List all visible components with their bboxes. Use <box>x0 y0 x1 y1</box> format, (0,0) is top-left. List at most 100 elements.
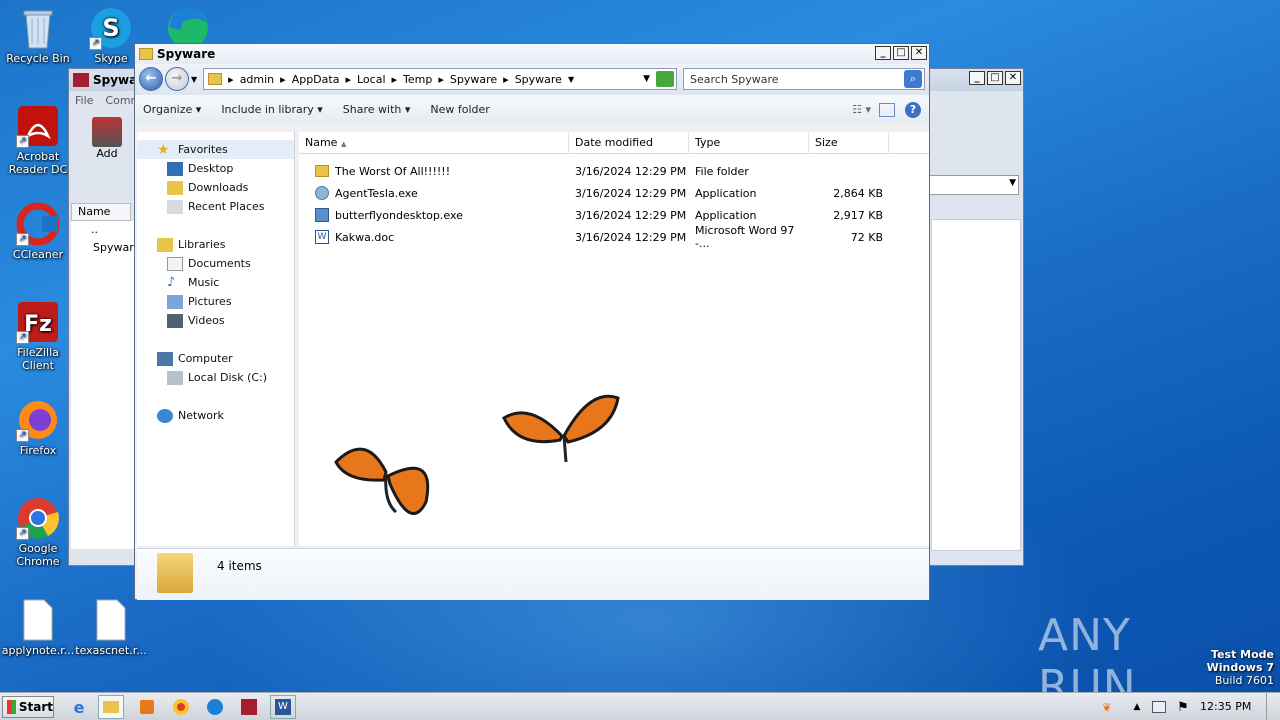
view-options-icon[interactable]: ☷ ▾ <box>852 103 871 116</box>
acrobat-icon: ↗ <box>16 104 60 148</box>
word-document-icon: W <box>315 230 329 244</box>
close-button[interactable]: ✕ <box>911 46 927 60</box>
taskbar-chrome-icon[interactable] <box>168 695 194 719</box>
tray-network-icon[interactable] <box>1146 695 1172 719</box>
tray-butterfly-icon[interactable]: ❦ <box>1094 695 1120 719</box>
details-pane: 4 items <box>137 548 929 600</box>
desktop-icon-applynote[interactable]: applynote.r... <box>0 598 76 657</box>
show-desktop-button[interactable] <box>1266 693 1280 720</box>
file-date: 3/16/2024 12:29 PM <box>575 186 687 200</box>
search-input[interactable]: Search Spyware ⌕ <box>683 68 925 90</box>
nav-favorites[interactable]: ★ Favorites <box>137 140 294 159</box>
organize-button[interactable]: Organize ▾ <box>143 103 201 116</box>
file-row[interactable]: W Kakwa.doc 3/16/2024 12:29 PM Microsoft … <box>299 224 929 250</box>
recent-pages-chevron-icon[interactable]: ▼ <box>191 75 197 84</box>
file-size: 72 KB <box>850 230 883 244</box>
maximize-button[interactable]: □ <box>987 71 1003 85</box>
network-icon <box>157 408 173 423</box>
list-item[interactable]: Spyware <box>71 239 140 257</box>
nav-recent-places[interactable]: Recent Places <box>137 197 294 216</box>
share-with-button[interactable]: Share with ▾ <box>343 103 411 116</box>
breadcrumb-appdata[interactable]: AppData <box>292 73 340 86</box>
column-name[interactable]: Name ▲ <box>299 131 569 154</box>
column-type[interactable]: Type <box>689 131 809 154</box>
desktop-icon-filezilla[interactable]: Fz ↗ FileZilla Client <box>0 300 76 372</box>
nav-computer[interactable]: Computer <box>137 349 294 368</box>
window-title: Spyware <box>157 47 216 61</box>
desktop-icon-recycle-bin[interactable]: Recycle Bin <box>0 6 76 65</box>
add-label: Add <box>96 147 118 160</box>
item-count: 4 items <box>217 559 262 573</box>
column-date-modified[interactable]: Date modified <box>569 131 689 154</box>
list-item[interactable]: .. <box>71 221 135 239</box>
taskbar-winrar-icon[interactable] <box>236 695 262 719</box>
shortcut-arrow-icon: ↗ <box>16 135 29 148</box>
breadcrumb-admin[interactable]: admin <box>240 73 274 86</box>
taskbar-media-player-icon[interactable] <box>134 695 160 719</box>
breadcrumb-local[interactable]: Local <box>357 73 386 86</box>
minimize-button[interactable]: _ <box>875 46 891 60</box>
taskbar-ie-icon[interactable]: e <box>66 695 92 719</box>
desktop-icon-firefox[interactable]: ↗ Firefox <box>0 398 76 457</box>
desktop-icon-chrome[interactable]: ↗ Google Chrome <box>0 496 76 568</box>
breadcrumb-spyware-current[interactable]: Spyware <box>515 73 562 86</box>
libraries-icon <box>157 237 173 252</box>
help-icon[interactable]: ? <box>905 101 921 118</box>
winrar-icon <box>73 73 89 87</box>
nav-downloads[interactable]: Downloads <box>137 178 294 197</box>
nav-network[interactable]: Network <box>137 406 294 425</box>
desktop-icon-acrobat[interactable]: ↗ Acrobat Reader DC <box>0 104 76 176</box>
start-button[interactable]: Start <box>2 696 54 718</box>
bg-dropdown[interactable]: ▼ <box>929 175 1019 195</box>
minimize-button[interactable]: _ <box>969 71 985 85</box>
bg-file-list[interactable]: .. Spyware <box>71 221 140 549</box>
bg-col-name[interactable]: Name <box>71 203 131 221</box>
nav-desktop[interactable]: Desktop <box>137 159 294 178</box>
desktop-icon-ccleaner[interactable]: ↗ CCleaner <box>0 202 76 261</box>
file-size: 2,864 KB <box>833 186 883 200</box>
taskbar-explorer-icon[interactable] <box>98 695 124 719</box>
file-type: Application <box>695 208 757 222</box>
refresh-icon[interactable] <box>656 71 674 87</box>
add-button[interactable]: Add <box>89 117 125 160</box>
taskbar-edge-icon[interactable] <box>202 695 228 719</box>
nav-documents[interactable]: Documents <box>137 254 294 273</box>
address-bar[interactable]: ▸ admin ▸ AppData ▸ Local ▸ Temp ▸ Spyware ▸ … <box>203 68 677 90</box>
close-button[interactable]: ✕ <box>1005 71 1021 85</box>
address-dropdown-chevron-icon[interactable]: ▼ <box>643 74 650 84</box>
desktop-icon-label: Acrobat Reader DC <box>8 150 68 176</box>
file-row[interactable]: AgentTesla.exe 3/16/2024 12:29 PM Applic… <box>299 182 929 204</box>
nav-libraries[interactable]: Libraries <box>137 235 294 254</box>
new-folder-button[interactable]: New folder <box>430 103 489 116</box>
menu-file[interactable]: File <box>75 94 93 107</box>
nav-videos[interactable]: Videos <box>137 311 294 330</box>
search-icon[interactable]: ⌕ <box>904 70 922 88</box>
breadcrumb-temp[interactable]: Temp <box>403 73 432 86</box>
skype-icon: S ↗ <box>89 6 133 50</box>
taskbar-word-icon[interactable]: W <box>270 695 296 719</box>
tray-flag-icon[interactable]: ⚑ <box>1170 695 1196 719</box>
shortcut-arrow-icon: ↗ <box>16 527 29 540</box>
maximize-button[interactable]: □ <box>893 46 909 60</box>
explorer-window[interactable]: Spyware _ □ ✕ ← → ▼ ▸ admin ▸ AppData ▸ Loca… <box>134 43 930 600</box>
file-type: File folder <box>695 164 749 178</box>
include-in-library-button[interactable]: Include in library ▾ <box>221 103 322 116</box>
file-row[interactable]: butterflyondesktop.exe 3/16/2024 12:29 P… <box>299 204 929 226</box>
column-size[interactable]: Size <box>809 131 889 154</box>
breadcrumb-spyware[interactable]: Spyware <box>450 73 497 86</box>
preview-pane-icon[interactable] <box>879 102 895 117</box>
chevron-right-icon: ▸ <box>345 72 351 86</box>
file-row[interactable]: The Worst Of All!!!!!! 3/16/2024 12:29 P… <box>299 160 929 182</box>
desktop-icon-texascnet[interactable]: texascnet.r... <box>73 598 149 657</box>
forward-button[interactable]: → <box>165 67 189 91</box>
nav-pictures[interactable]: Pictures <box>137 292 294 311</box>
back-button[interactable]: ← <box>139 67 163 91</box>
nav-music[interactable]: ♪ Music <box>137 273 294 292</box>
navigation-pane[interactable]: ★ Favorites Desktop Downloads Recent Plac… <box>137 132 295 546</box>
test-mode-label: Test Mode <box>1211 648 1274 661</box>
file-date: 3/16/2024 12:29 PM <box>575 164 687 178</box>
downloads-icon <box>167 180 183 195</box>
clock[interactable]: 12:35 PM <box>1200 700 1251 713</box>
nav-local-disk[interactable]: Local Disk (C:) <box>137 368 294 387</box>
explorer-titlebar[interactable]: Spyware _ □ ✕ <box>135 44 929 64</box>
